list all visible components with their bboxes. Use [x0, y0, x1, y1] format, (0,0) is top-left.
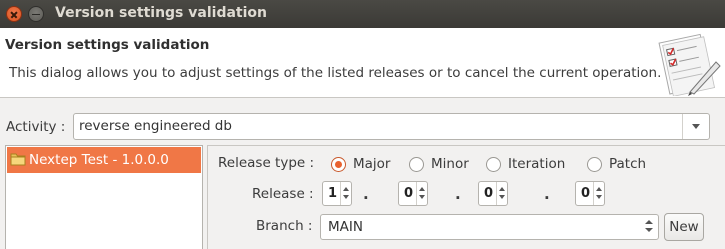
- spin-up-icon[interactable]: [419, 187, 425, 191]
- release-major-value[interactable]: 1: [328, 186, 337, 201]
- activity-label: Activity :: [6, 119, 66, 135]
- radio-minor-label[interactable]: Minor: [431, 156, 469, 172]
- release-iteration-spinner[interactable]: 0: [478, 181, 508, 206]
- radio-iteration-label[interactable]: Iteration: [508, 156, 565, 172]
- dialog-header: Version settings validation This dialog …: [0, 28, 725, 98]
- radio-dot[interactable]: [409, 157, 424, 172]
- activity-value[interactable]: reverse engineered db: [79, 118, 232, 134]
- spin-up-icon[interactable]: [343, 187, 349, 191]
- checklist-document-icon: [658, 33, 721, 96]
- release-iteration-value[interactable]: 0: [484, 186, 493, 201]
- release-separator: .: [363, 185, 369, 203]
- radio-dot[interactable]: [587, 157, 602, 172]
- spin-down-icon[interactable]: [419, 195, 425, 199]
- release-patch-spinner[interactable]: 0: [575, 181, 605, 206]
- folder-icon: [10, 153, 26, 166]
- radio-major-label[interactable]: Major: [353, 156, 390, 172]
- chevron-down-icon[interactable]: [682, 114, 709, 139]
- spin-up-icon[interactable]: [499, 187, 505, 191]
- branch-value[interactable]: MAIN: [328, 219, 363, 235]
- window-title: Version settings validation: [55, 5, 267, 21]
- release-separator: .: [455, 185, 461, 203]
- spin-down-icon[interactable]: [343, 195, 349, 199]
- dialog-description: This dialog allows you to adjust setting…: [9, 65, 662, 81]
- release-patch-value[interactable]: 0: [581, 186, 590, 201]
- chevron-updown-icon[interactable]: [645, 220, 653, 234]
- activity-combo[interactable]: reverse engineered db: [73, 113, 710, 140]
- branch-combo[interactable]: MAIN: [320, 214, 659, 240]
- release-minor-value[interactable]: 0: [404, 186, 413, 201]
- title-bar: Version settings validation: [0, 0, 725, 28]
- radio-dot[interactable]: [486, 157, 501, 172]
- release-major-spinner[interactable]: 1: [322, 181, 352, 206]
- releases-list[interactable]: Nextep Test - 1.0.0.0: [5, 145, 203, 249]
- release-type-label: Release type :: [218, 155, 315, 171]
- branch-label: Branch :: [256, 218, 313, 234]
- dialog-title: Version settings validation: [5, 37, 210, 53]
- close-window-button[interactable]: [6, 6, 22, 22]
- spin-down-icon[interactable]: [499, 195, 505, 199]
- spin-down-icon[interactable]: [596, 195, 602, 199]
- minimize-window-button[interactable]: [28, 6, 44, 22]
- radio-dot[interactable]: [331, 157, 346, 172]
- list-item[interactable]: Nextep Test - 1.0.0.0: [7, 147, 201, 173]
- release-minor-spinner[interactable]: 0: [398, 181, 428, 206]
- release-separator: .: [544, 185, 550, 203]
- release-label: Release :: [252, 186, 314, 202]
- spin-up-icon[interactable]: [596, 187, 602, 191]
- radio-patch-label[interactable]: Patch: [609, 156, 646, 172]
- release-item-label: Nextep Test - 1.0.0.0: [29, 152, 169, 168]
- new-branch-button[interactable]: New: [664, 213, 704, 241]
